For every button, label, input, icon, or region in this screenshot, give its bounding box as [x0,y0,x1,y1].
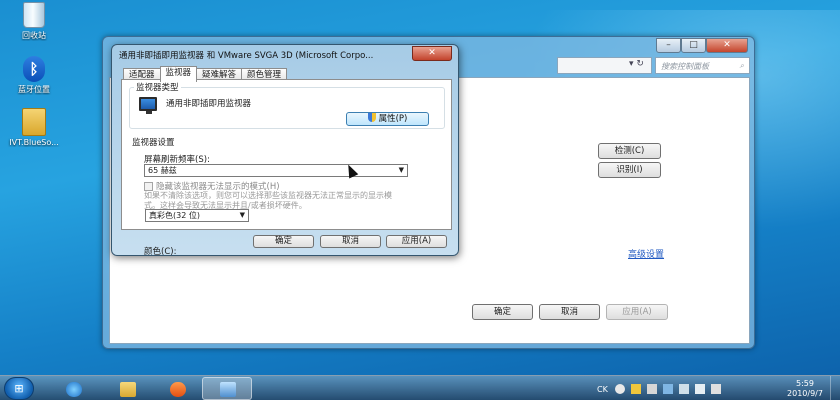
desktop-icon-recycle-bin[interactable]: 回收站 [2,2,66,41]
close-button[interactable]: ✕ [706,38,748,53]
apply-button[interactable]: 应用(A) [606,304,668,320]
flag-icon[interactable] [663,384,673,394]
search-input[interactable]: 搜索控制面板 ⌕ [655,57,750,74]
identify-button[interactable]: 识别(I) [598,162,661,178]
keyboard-icon[interactable] [647,384,657,394]
desktop-icon-label: 蓝牙位置 [18,85,50,94]
dialog-cancel-button[interactable]: 取消 [320,235,381,248]
internet-explorer-icon [66,382,82,397]
shield-icon [367,113,376,122]
ime-icon[interactable] [615,384,625,394]
show-desktop-button[interactable] [830,376,840,400]
taskbar: ⊞ CK 5:59 2010/9/7 [0,375,840,400]
monitor-name: 通用非即插即用监视器 [166,99,252,109]
dialog-ok-button[interactable]: 确定 [253,235,314,248]
monitor-properties-dialog: 通用非即插即用监视器 和 VMware SVGA 3D (Microsoft C… [111,44,459,257]
group-label: 监视器设置 [130,136,177,148]
colors-label: 颜色(C): [144,247,177,257]
refresh-rate-dropdown[interactable]: 65 赫兹 ▼ [144,164,408,177]
chevron-down-icon: ▼ [239,211,245,219]
bluetooth-icon: ᛒ [23,56,45,82]
media-player-icon [170,382,186,397]
language-indicator[interactable]: CK [597,385,608,394]
clock-time: 5:59 [796,379,814,388]
folder-icon [22,108,46,136]
folder-icon [120,382,136,397]
search-icon: ⌕ [739,61,744,70]
ok-button[interactable]: 确定 [472,304,533,320]
properties-button[interactable]: 属性(P) [346,112,429,126]
start-button[interactable]: ⊞ [4,377,34,400]
colors-dropdown[interactable]: 真彩色(32 位) ▼ [145,209,249,222]
window-caption-buttons: – □ ✕ [656,38,748,53]
refresh-icon[interactable]: ▾ ↻ [629,59,644,69]
windows-logo-icon: ⊞ [14,382,24,395]
cancel-button[interactable]: 取消 [539,304,600,320]
monitor-tab-panel: 监视器类型 通用非即插即用监视器 属性(P) 监视器设置 屏幕刷新频率(S): … [121,79,452,257]
refresh-rate-value: 65 赫兹 [148,166,177,175]
desktop-icon-label: 回收站 [22,31,46,40]
taskbar-media-player[interactable] [152,377,202,400]
taskbar-control-panel[interactable] [202,377,252,400]
clock-date: 2010/9/7 [787,389,823,398]
dialog-apply-button[interactable]: 应用(A) [386,235,447,248]
desktop-icon-label: IVT.BlueSo... [9,138,59,147]
desktop-icon-bluetooth[interactable]: ᛒ 蓝牙位置 [2,56,66,95]
close-icon[interactable]: ✕ [412,46,452,61]
clock[interactable]: 5:59 2010/9/7 [775,379,835,399]
monitor-icon [139,97,157,114]
desktop-icon-ivt-folder[interactable]: IVT.BlueSo... [2,108,66,147]
minimize-button[interactable]: – [656,38,681,53]
help-icon[interactable] [631,384,641,394]
properties-label: 属性(P) [378,114,408,124]
control-panel-icon [220,382,236,397]
bluetooth-tray-icon[interactable] [711,384,721,394]
colors-value: 真彩色(32 位) [149,211,200,220]
tab-monitor[interactable]: 监视器 [159,66,198,82]
monitor-type-group: 监视器类型 通用非即插即用监视器 属性(P) [129,81,445,129]
taskbar-explorer[interactable] [102,377,152,400]
dialog-title: 通用非即插即用监视器 和 VMware SVGA 3D (Microsoft C… [119,51,374,61]
taskbar-ie[interactable] [48,377,98,400]
search-placeholder: 搜索控制面板 [661,62,709,71]
recycle-bin-icon [23,2,45,28]
advanced-settings-link[interactable]: 高级设置 [628,247,664,260]
tray-icons [615,384,721,394]
group-label: 监视器类型 [134,81,181,93]
volume-icon[interactable] [695,384,705,394]
chevron-down-icon: ▼ [398,166,404,174]
maximize-button[interactable]: □ [681,38,706,53]
network-icon[interactable] [679,384,689,394]
detect-button[interactable]: 检测(C) [598,143,661,159]
hide-modes-description: 如果不清除该选项，则您可以选择那些该监视器无法正常显示的显示模式。这样会导致无法… [144,191,392,210]
checkbox-box[interactable] [144,181,153,191]
